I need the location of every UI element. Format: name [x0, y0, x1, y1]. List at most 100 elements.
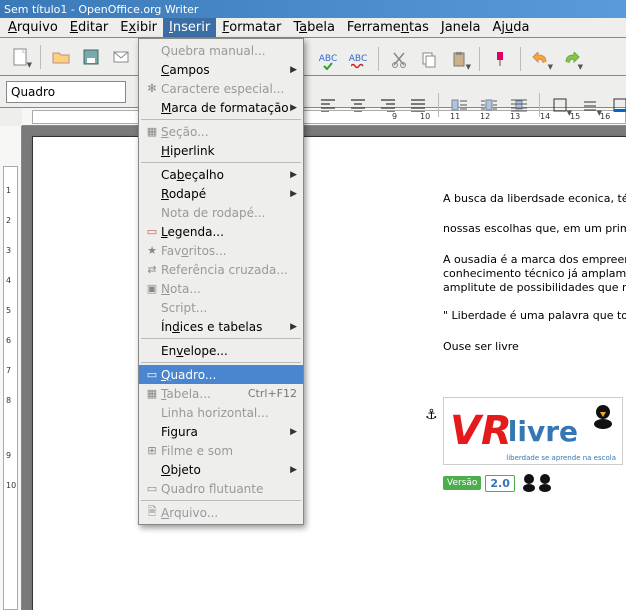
- inserted-image-frame[interactable]: ⚓ VR livre liberdade se aprende na escol…: [443, 397, 626, 495]
- ruler-tick: 6: [6, 336, 11, 345]
- separator: [378, 47, 379, 71]
- menu-item-envelope[interactable]: Envelope...: [139, 341, 303, 360]
- ruler-tick: 4: [6, 276, 11, 285]
- window-titlebar: Sem título1 - OpenOffice.org Writer: [0, 0, 626, 18]
- paste-button[interactable]: ▼: [445, 45, 473, 73]
- menu-item-secao[interactable]: ▦Seção...: [139, 122, 303, 141]
- page[interactable]: A busca da liberdsade econica, técnica, …: [32, 136, 626, 610]
- align-center-button[interactable]: [344, 91, 372, 119]
- menu-item-referencia[interactable]: ⇄Referência cruzada...: [139, 260, 303, 279]
- menu-item-tabela[interactable]: ▦Tabela...Ctrl+F12: [139, 384, 303, 403]
- menu-item-objeto[interactable]: Objeto▶: [139, 460, 303, 479]
- menu-arquivo[interactable]: Arquivo: [2, 18, 64, 37]
- copy-button[interactable]: [415, 45, 443, 73]
- menu-separator: [141, 162, 301, 163]
- ruler-tick: 1: [6, 186, 11, 195]
- style-combo-value: Quadro: [11, 85, 55, 99]
- autospell-button[interactable]: ABC: [344, 45, 372, 73]
- menu-separator: [141, 338, 301, 339]
- menu-ferramentas[interactable]: Ferramentas: [341, 18, 435, 37]
- menu-item-linha[interactable]: Linha horizontal...: [139, 403, 303, 422]
- menu-item-script[interactable]: Script...: [139, 298, 303, 317]
- save-button[interactable]: [77, 43, 105, 71]
- window-title: Sem título1 - OpenOffice.org Writer: [4, 3, 198, 16]
- wrap-page-button[interactable]: [475, 91, 503, 119]
- menu-editar[interactable]: Editar: [64, 18, 115, 37]
- separator: [479, 47, 480, 71]
- toolbar-right: ABC ABC ▼ ▼ ▼: [314, 44, 585, 74]
- ruler-tick: 5: [6, 306, 11, 315]
- formatting-right: ▼ ▼ ▼: [314, 92, 626, 118]
- workarea: 1 2 3 4 5 6 7 8 9 10 A busca da liberdsa…: [0, 126, 626, 610]
- cut-button[interactable]: [385, 45, 413, 73]
- menu-ajuda[interactable]: Ajuda: [487, 18, 536, 37]
- email-button[interactable]: [107, 43, 135, 71]
- menu-inserir[interactable]: Inserir: [163, 18, 216, 37]
- version-label: Versão: [443, 476, 481, 490]
- menu-formatar[interactable]: Formatar: [216, 18, 287, 37]
- separator: [40, 45, 41, 69]
- paragraph[interactable]: A busca da liberdsade econica, técnica,: [443, 192, 626, 206]
- wrap-through-button[interactable]: [505, 91, 533, 119]
- vertical-ruler[interactable]: 1 2 3 4 5 6 7 8 9 10: [0, 126, 22, 610]
- ruler-tick: 10: [6, 481, 16, 490]
- menu-separator: [141, 362, 301, 363]
- version-number: 2.0: [485, 475, 515, 492]
- style-combo[interactable]: Quadro: [6, 81, 126, 103]
- menu-separator: [141, 119, 301, 120]
- menu-item-indices[interactable]: Índices e tabelas▶: [139, 317, 303, 336]
- border-button[interactable]: ▼: [546, 91, 574, 119]
- menu-separator: [141, 500, 301, 501]
- anchor-icon: ⚓: [425, 407, 438, 423]
- align-left-button[interactable]: [314, 91, 342, 119]
- logo-image[interactable]: VR livre liberdade se aprende na escola: [443, 397, 623, 465]
- menu-item-figura[interactable]: Figura▶: [139, 422, 303, 441]
- ruler-tick: 7: [6, 366, 11, 375]
- menu-item-flutuante[interactable]: ▭Quadro flutuante: [139, 479, 303, 498]
- paragraph[interactable]: Ouse ser livre: [443, 340, 626, 354]
- menu-item-nota[interactable]: ▣Nota...: [139, 279, 303, 298]
- menu-item-quebra[interactable]: Quebra manual...: [139, 41, 303, 60]
- align-justify-button[interactable]: [404, 91, 432, 119]
- menu-item-nota-rodape[interactable]: Nota de rodapé...: [139, 203, 303, 222]
- border-style-button[interactable]: ▼: [576, 91, 604, 119]
- menu-item-filme[interactable]: ⊞Filme e som: [139, 441, 303, 460]
- undo-button[interactable]: ▼: [527, 45, 555, 73]
- align-right-button[interactable]: [374, 91, 402, 119]
- logo-tagline: liberdade se aprende na escola: [506, 454, 616, 462]
- body-text[interactable]: A busca da liberdsade econica, técnica, …: [443, 192, 626, 370]
- open-button[interactable]: [47, 43, 75, 71]
- menu-item-favoritos[interactable]: ★Favoritos...: [139, 241, 303, 260]
- menu-item-campos[interactable]: Campos▶: [139, 60, 303, 79]
- new-button[interactable]: ▼: [6, 43, 34, 71]
- menu-item-cabecalho[interactable]: Cabeçalho▶: [139, 165, 303, 184]
- ruler-tick: 8: [6, 396, 11, 405]
- border-color-button[interactable]: ▼: [606, 91, 626, 119]
- paragraph[interactable]: " Liberdade é uma palavra que todo mu: [443, 309, 626, 323]
- wrap-off-button[interactable]: [445, 91, 473, 119]
- paragraph[interactable]: A ousadia é a marca dos empreendedore co…: [443, 253, 626, 296]
- version-badge: Versão 2.0: [443, 471, 626, 495]
- menu-item-arquivo[interactable]: 🗎Arquivo...: [139, 503, 303, 522]
- separator: [539, 93, 540, 117]
- spellcheck-button[interactable]: ABC: [314, 45, 342, 73]
- ruler-tick: 2: [6, 216, 11, 225]
- menu-item-hiperlink[interactable]: Hiperlink: [139, 141, 303, 160]
- menu-item-legenda[interactable]: ▭Legenda...: [139, 222, 303, 241]
- format-paintbrush-button[interactable]: [486, 45, 514, 73]
- document-canvas[interactable]: A busca da liberdsade econica, técnica, …: [22, 126, 626, 610]
- ruler-tick: 9: [6, 451, 11, 460]
- separator: [520, 47, 521, 71]
- menu-item-marca[interactable]: Marca de formatação▶: [139, 98, 303, 117]
- menubar: Arquivo Editar Exibir Inserir Formatar T…: [0, 18, 626, 38]
- menu-exibir[interactable]: Exibir: [114, 18, 163, 37]
- ruler-tick: 3: [6, 246, 11, 255]
- menu-tabela[interactable]: Tabela: [287, 18, 341, 37]
- menu-item-rodape[interactable]: Rodapé▶: [139, 184, 303, 203]
- menu-item-quadro[interactable]: ▭Quadro...: [139, 365, 303, 384]
- separator: [438, 93, 439, 117]
- menu-janela[interactable]: Janela: [435, 18, 487, 37]
- redo-button[interactable]: ▼: [557, 45, 585, 73]
- paragraph[interactable]: nossas escolhas que, em um primeiro m: [443, 222, 626, 236]
- menu-item-caractere[interactable]: ✻Caractere especial...: [139, 79, 303, 98]
